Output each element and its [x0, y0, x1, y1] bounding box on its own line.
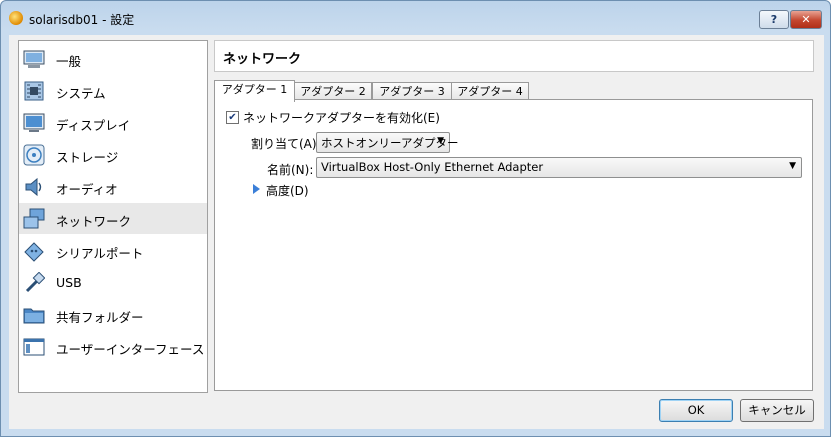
sidebar-item-label: ネットワーク [56, 214, 132, 229]
page-title: ネットワーク [223, 52, 302, 67]
chevron-down-icon: ▼ [789, 161, 796, 171]
sidebar-item-serial-port[interactable]: シリアルポート [19, 235, 207, 266]
dialog-body: 一般 システム ディスプレイ ストレージ オーディオ ネットワーク シリアルポー… [9, 35, 824, 429]
close-button[interactable]: ✕ [790, 10, 822, 29]
advanced-toggle[interactable]: 高度(D) [266, 182, 309, 199]
monitor-icon [23, 50, 45, 68]
sidebar-item-network[interactable]: ネットワーク [19, 203, 207, 234]
usb-icon [25, 272, 45, 293]
sidebar-item-audio[interactable]: オーディオ [19, 171, 207, 202]
title-bar: solarisdb01 - 設定 ? ✕ [1, 1, 830, 35]
network-icon [23, 208, 45, 229]
attached-to-select[interactable]: ホストオンリーアダプター ▼ [316, 132, 459, 153]
disk-icon [23, 144, 45, 166]
enable-adapter-label: ネットワークアダプターを有効化(E) [243, 111, 440, 125]
sidebar-item-general[interactable]: 一般 [19, 43, 207, 74]
sidebar-item-label: システム [56, 86, 106, 101]
sidebar-item-label: ストレージ [56, 150, 119, 165]
settings-sidebar: 一般 システム ディスプレイ ストレージ オーディオ ネットワーク シリアルポー… [18, 40, 208, 393]
sidebar-item-system[interactable]: システム [19, 75, 207, 106]
sidebar-item-label: オーディオ [56, 182, 118, 197]
adapter-name-select[interactable]: VirtualBox Host-Only Ethernet Adapter ▼ [316, 157, 802, 178]
sidebar-item-shared-folders[interactable]: 共有フォルダー [19, 299, 207, 330]
tab-adapter-1[interactable]: アダプター 1 [214, 80, 295, 102]
ui-icon [23, 338, 45, 356]
adapter-name-value: VirtualBox Host-Only Ethernet Adapter [321, 160, 544, 174]
expand-arrow-icon[interactable] [253, 184, 260, 194]
chevron-down-icon: ▼ [437, 136, 444, 146]
sidebar-item-user-interface[interactable]: ユーザーインターフェース [19, 331, 207, 362]
enable-adapter-checkbox[interactable]: ✔ [226, 111, 239, 124]
cancel-button[interactable]: キャンセル [740, 399, 814, 422]
sidebar-item-label: シリアルポート [56, 246, 144, 261]
ok-button[interactable]: OK [659, 399, 733, 422]
section-header: ネットワーク [214, 40, 814, 72]
sidebar-item-label: 共有フォルダー [56, 310, 144, 325]
speaker-icon [25, 177, 42, 197]
sidebar-item-storage[interactable]: ストレージ [19, 139, 207, 170]
chip-icon [24, 81, 44, 101]
sidebar-item-usb[interactable]: USB [19, 267, 207, 298]
sidebar-item-label: USB [56, 275, 82, 290]
sidebar-item-label: 一般 [56, 54, 82, 69]
serial-port-icon [24, 242, 44, 262]
attached-to-label: 割り当て(A): [251, 137, 321, 151]
help-button[interactable]: ? [759, 10, 789, 29]
display-icon [23, 113, 45, 132]
virtualbox-app-icon [9, 11, 23, 25]
adapter-name-label: 名前(N): [267, 163, 314, 177]
sidebar-item-label: ディスプレイ [56, 118, 131, 133]
settings-window: solarisdb01 - 設定 ? ✕ 一般 システム ディスプレイ ストレー… [0, 0, 831, 437]
sidebar-item-display[interactable]: ディスプレイ [19, 107, 207, 138]
window-title: solarisdb01 - 設定 [29, 13, 135, 27]
adapter-1-panel: ✔ ネットワークアダプターを有効化(E) 割り当て(A): ホストオンリーアダプ… [214, 99, 813, 391]
folder-icon [23, 308, 45, 324]
sidebar-item-label: ユーザーインターフェース [56, 342, 205, 357]
